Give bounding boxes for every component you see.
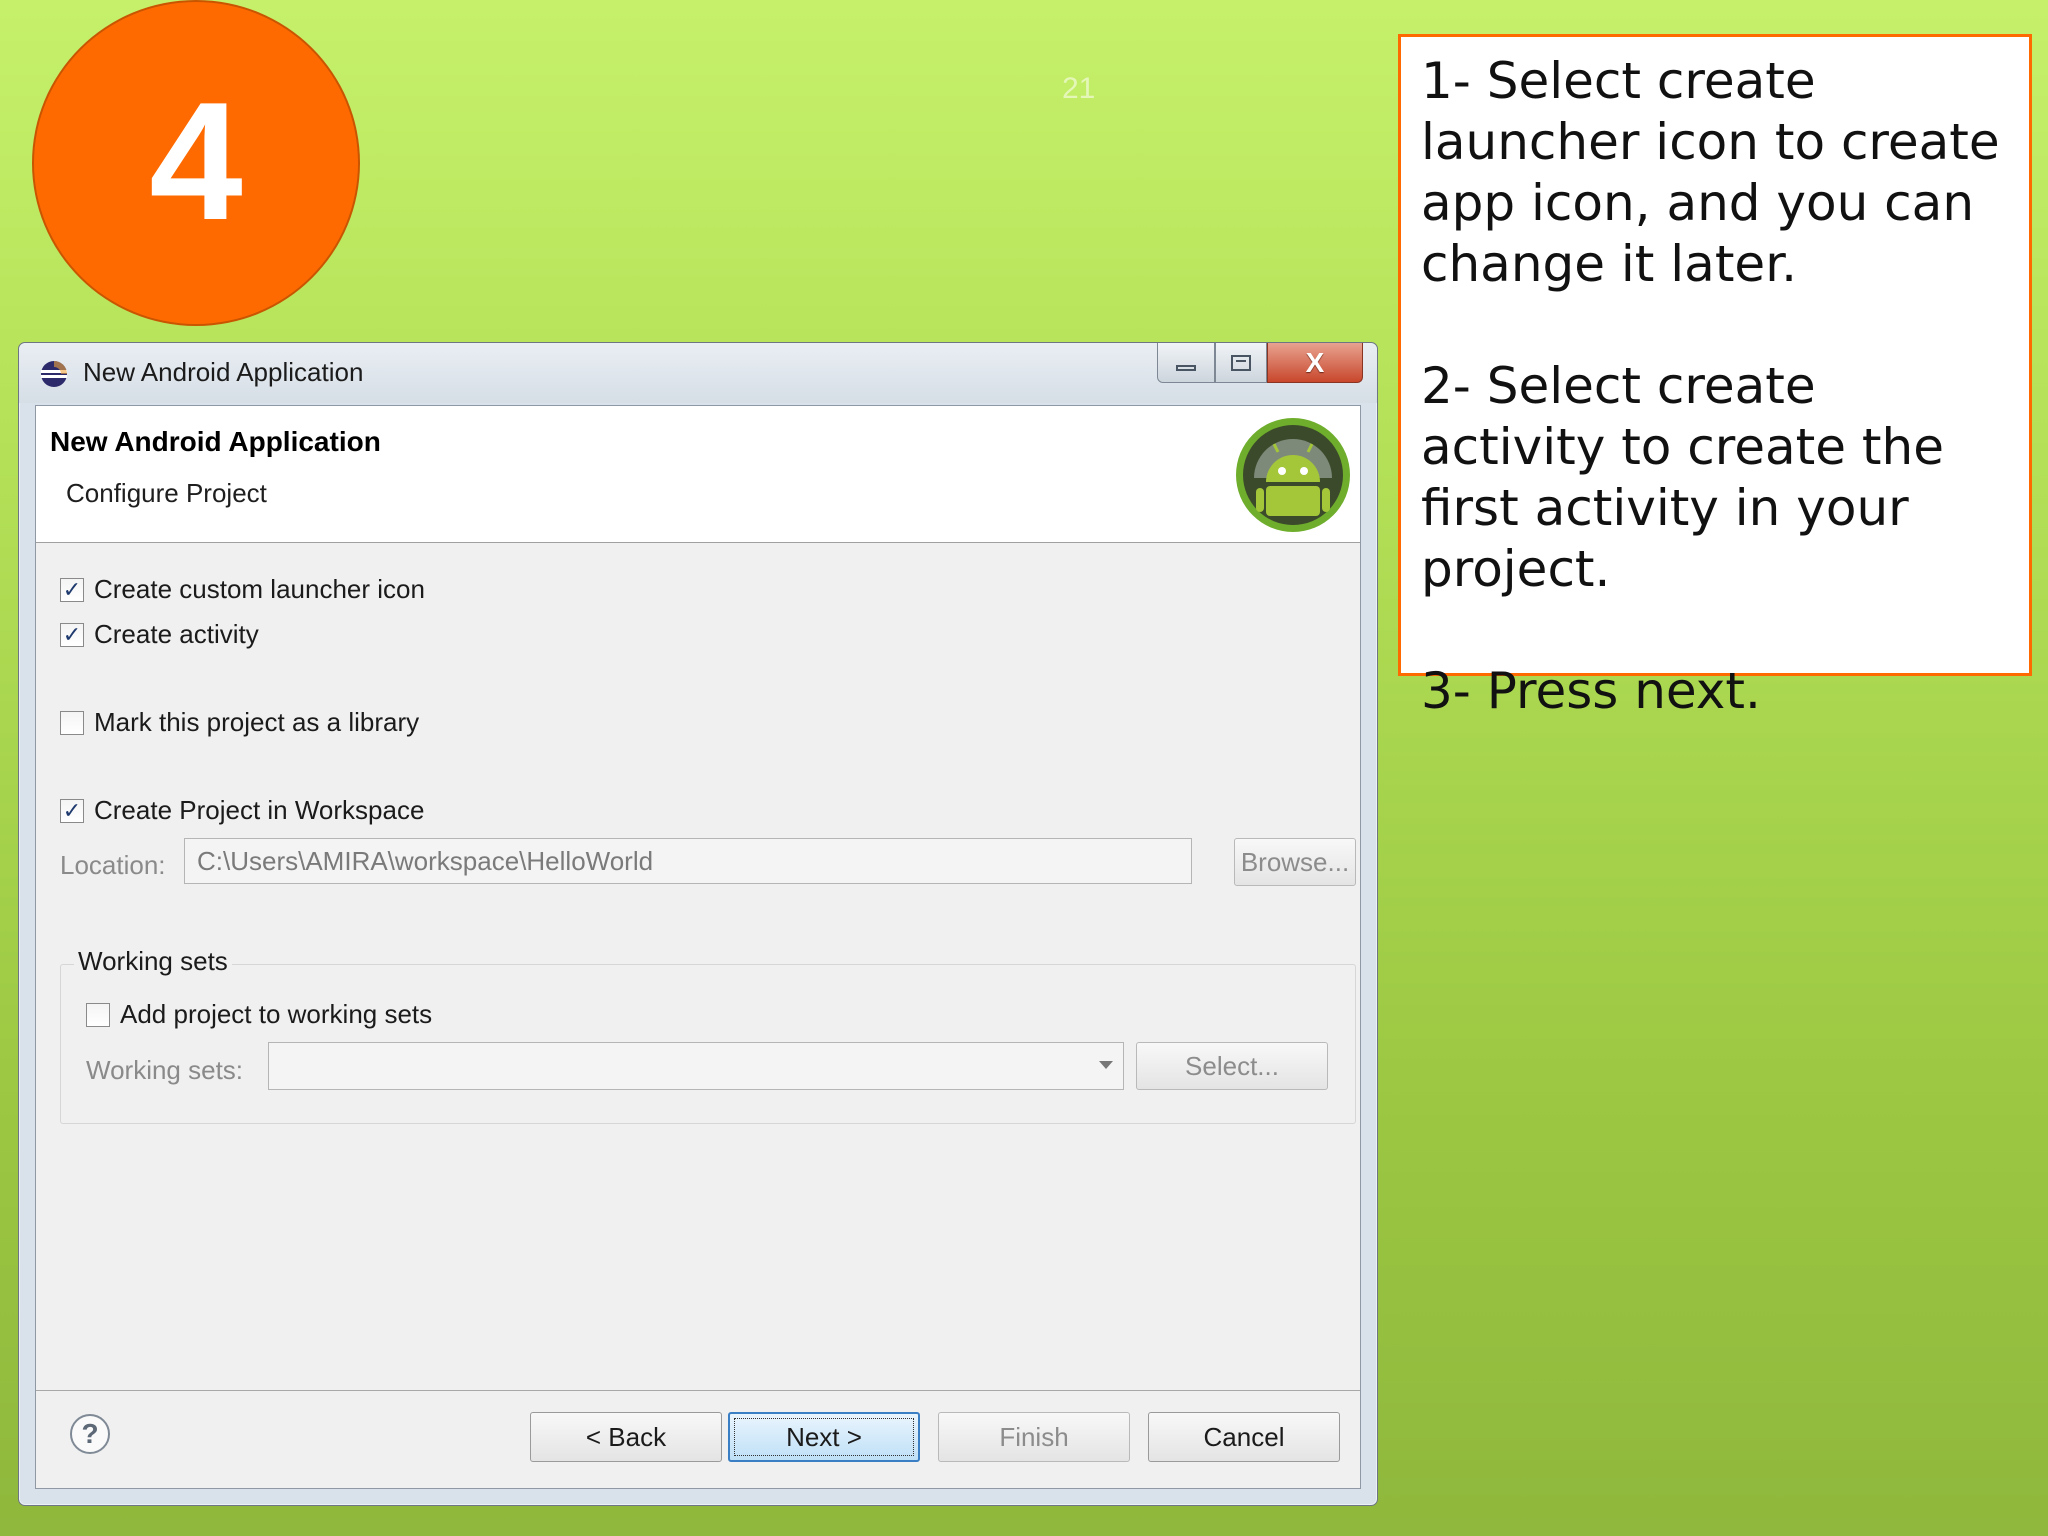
dialog-body: New Android Application Configure Projec…: [35, 405, 1361, 1489]
dialog-title: New Android Application: [50, 426, 381, 457]
instruction-1: 1- Select create launcher icon to create…: [1421, 52, 2000, 293]
add-to-working-sets-option[interactable]: Add project to working sets: [86, 999, 432, 1030]
mark-library-label: Mark this project as a library: [94, 707, 420, 737]
working-sets-group-title: Working sets: [74, 946, 232, 977]
dialog-subtitle: Configure Project: [66, 478, 267, 508]
back-button[interactable]: < Back: [530, 1412, 722, 1462]
finish-button[interactable]: Finish: [938, 1412, 1130, 1462]
add-to-working-sets-label: Add project to working sets: [120, 999, 433, 1029]
create-in-workspace-option[interactable]: ✓ Create Project in Workspace: [60, 795, 424, 826]
instruction-2: 2- Select create activity to create the …: [1421, 357, 1944, 598]
create-in-workspace-checkbox[interactable]: ✓: [60, 798, 84, 823]
mark-library-option[interactable]: Mark this project as a library: [60, 707, 419, 738]
create-launcher-icon-option[interactable]: ✓ Create custom launcher icon: [60, 574, 425, 605]
next-button[interactable]: Next >: [728, 1412, 920, 1462]
help-icon[interactable]: ?: [70, 1414, 110, 1454]
create-activity-option[interactable]: ✓ Create activity: [60, 619, 259, 650]
footer-separator: [36, 1390, 1360, 1391]
location-field[interactable]: C:\Users\AMIRA\workspace\HelloWorld: [184, 838, 1192, 884]
maximize-icon: [1231, 354, 1251, 371]
window-title: New Android Application: [83, 357, 364, 387]
eclipse-icon: [41, 361, 67, 387]
close-icon: X: [1305, 346, 1325, 378]
create-launcher-icon-label: Create custom launcher icon: [94, 574, 425, 604]
minimize-icon: [1176, 364, 1196, 371]
minimize-button[interactable]: [1157, 343, 1215, 383]
step-number-badge: 4: [32, 0, 360, 326]
window-controls: X: [1157, 343, 1363, 383]
close-button[interactable]: X: [1267, 343, 1363, 383]
create-launcher-icon-checkbox[interactable]: ✓: [60, 577, 84, 602]
working-sets-select[interactable]: [268, 1042, 1124, 1090]
instructions-box: 1- Select create launcher icon to create…: [1398, 34, 2032, 720]
new-android-application-window: New Android Application X New Android Ap…: [18, 342, 1378, 1506]
cancel-button[interactable]: Cancel: [1148, 1412, 1340, 1462]
step-number: 4: [149, 67, 243, 255]
select-working-sets-button[interactable]: Select...: [1136, 1042, 1328, 1090]
working-sets-label: Working sets:: [86, 1055, 244, 1085]
maximize-button[interactable]: [1215, 343, 1267, 383]
slide-page-number: 21: [1062, 72, 1096, 105]
next-button-focus-ring: [734, 1418, 914, 1456]
instruction-3: 3- Press next.: [1421, 662, 1761, 720]
location-label: Location:: [60, 850, 166, 880]
title-bar[interactable]: New Android Application X: [19, 343, 1377, 403]
browse-button[interactable]: Browse...: [1234, 838, 1356, 886]
add-to-working-sets-checkbox[interactable]: [86, 1002, 110, 1027]
mark-library-checkbox[interactable]: [60, 710, 84, 735]
create-activity-checkbox[interactable]: ✓: [60, 622, 84, 647]
chevron-down-icon: [1099, 1061, 1113, 1069]
create-activity-label: Create activity: [94, 619, 259, 649]
android-logo: [1236, 418, 1350, 532]
create-in-workspace-label: Create Project in Workspace: [94, 795, 425, 825]
dialog-header: New Android Application Configure Projec…: [36, 406, 1360, 543]
